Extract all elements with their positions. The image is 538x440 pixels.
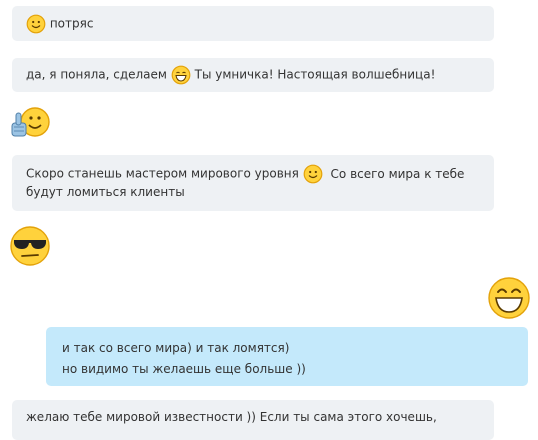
message-bubble: Скоро станешь мастером мирового уровня С… xyxy=(12,155,494,211)
message-bubble-outgoing: и так со всего мира) и так ломятся) но в… xyxy=(46,327,528,386)
message-text: Скоро станешь мастером мирового уровня xyxy=(26,166,299,181)
smile-icon xyxy=(303,164,323,184)
thumbs-up-smiley-icon xyxy=(11,107,50,137)
message-text: Со всего мира к тебе xyxy=(330,166,465,181)
message-bubble: потряс xyxy=(12,6,494,41)
message-text: да, я поняла, сделаем xyxy=(26,67,167,82)
laughing-smiley-icon xyxy=(171,65,191,85)
message-text: но видимо ты желаешь еще больше )) xyxy=(62,362,306,376)
smile-icon xyxy=(26,14,46,34)
message-text: желаю тебе мировой известности )) Если т… xyxy=(26,410,437,424)
message-text: потряс xyxy=(49,16,94,31)
sunglasses-smiley-icon xyxy=(10,226,50,266)
message-bubble: да, я поняла, сделаем Ты умничка! Настоя… xyxy=(12,58,494,92)
message-bubble: желаю тебе мировой известности )) Если т… xyxy=(12,400,494,440)
message-text: Ты умничка! Настоящая волшебница! xyxy=(194,67,436,82)
big-grin-smiley-icon xyxy=(488,277,530,319)
message-text: и так со всего мира) и так ломятся) xyxy=(62,341,290,355)
message-text: будут ломиться клиенты xyxy=(26,185,185,199)
